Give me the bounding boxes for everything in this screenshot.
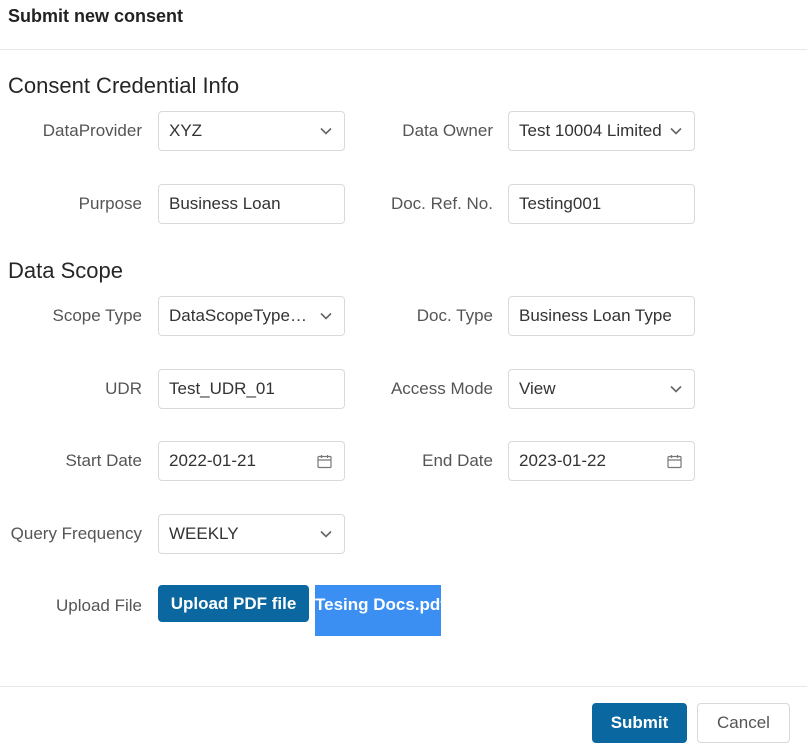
udr-label: UDR	[105, 379, 142, 398]
query-frequency-select[interactable]: WEEKLY	[158, 514, 345, 554]
scope-type-select[interactable]: DataScopeTypeBusiness	[158, 296, 345, 336]
modal-title: Submit new consent	[8, 6, 184, 26]
start-date-picker[interactable]: 2022-01-21	[158, 441, 345, 481]
doc-ref-no-value: Testing001	[519, 194, 602, 213]
udr-value: Test_UDR_01	[169, 379, 275, 398]
doc-type-value: Business Loan Type	[519, 306, 672, 325]
chevron-down-icon	[320, 112, 332, 150]
access-mode-select[interactable]: View	[508, 369, 695, 409]
scope-type-value: DataScopeTypeBusiness	[169, 306, 309, 325]
purpose-label: Purpose	[78, 194, 142, 213]
doc-ref-no-label: Doc. Ref. No.	[390, 194, 493, 213]
data-owner-select[interactable]: Test 10004 Limited	[508, 111, 695, 151]
data-provider-label: DataProvider	[42, 121, 142, 140]
chevron-down-icon	[670, 370, 682, 408]
doc-type-input[interactable]: Business Loan Type	[508, 296, 695, 336]
upload-pdf-button[interactable]: Upload PDF file	[158, 585, 309, 622]
data-provider-value: XYZ	[169, 121, 203, 140]
chevron-down-icon	[320, 515, 332, 553]
data-owner-label: Data Owner	[402, 121, 493, 140]
purpose-value: Business Loan	[169, 194, 281, 213]
udr-input[interactable]: Test_UDR_01	[158, 369, 345, 409]
query-frequency-label: Query Frequency	[10, 524, 142, 543]
end-date-value: 2023-01-22	[519, 451, 606, 470]
doc-ref-no-input[interactable]: Testing001	[508, 184, 695, 224]
section-title-data-scope: Data Scope	[8, 258, 123, 283]
end-date-label: End Date	[422, 451, 493, 470]
scope-type-label: Scope Type	[52, 306, 142, 325]
uploaded-file-name: Tesing Docs.pdf	[315, 585, 441, 636]
data-owner-value: Test 10004 Limited	[519, 121, 662, 140]
end-date-picker[interactable]: 2023-01-22	[508, 441, 695, 481]
data-provider-select[interactable]: XYZ	[158, 111, 345, 151]
calendar-icon	[667, 442, 682, 480]
doc-type-label: Doc. Type	[416, 306, 493, 325]
start-date-value: 2022-01-21	[169, 451, 256, 470]
calendar-icon	[317, 442, 332, 480]
submit-button[interactable]: Submit	[592, 703, 687, 743]
section-title-credential: Consent Credential Info	[8, 73, 240, 98]
start-date-label: Start Date	[65, 451, 142, 470]
chevron-down-icon	[320, 297, 332, 335]
modal-header: Submit new consent	[0, 0, 807, 50]
purpose-input[interactable]: Business Loan	[158, 184, 345, 224]
cancel-button[interactable]: Cancel	[697, 703, 790, 743]
access-mode-label: Access Mode	[390, 379, 493, 398]
chevron-down-icon	[670, 112, 682, 150]
upload-file-label: Upload File	[56, 596, 142, 615]
access-mode-value: View	[519, 379, 556, 398]
query-frequency-value: WEEKLY	[169, 524, 239, 543]
